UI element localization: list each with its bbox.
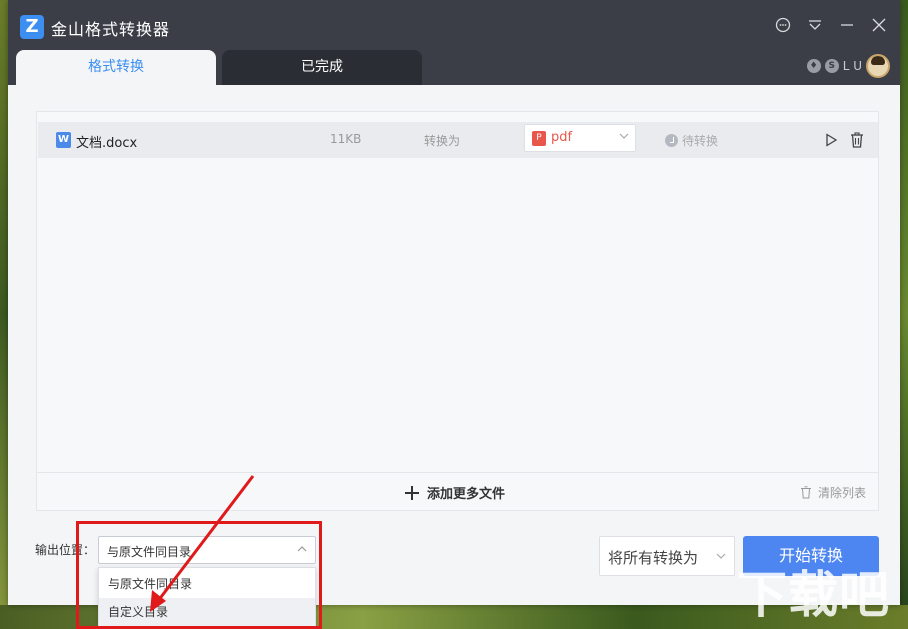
clear-list-label: 清除列表 bbox=[817, 486, 866, 500]
pdf-icon: P bbox=[532, 131, 546, 146]
close-icon[interactable] bbox=[870, 16, 888, 34]
play-icon[interactable] bbox=[824, 133, 838, 147]
background-left bbox=[0, 0, 8, 629]
coin-badge-icon[interactable]: S bbox=[824, 59, 839, 73]
file-panel-footer: 添加更多文件 清除列表 bbox=[37, 472, 878, 510]
app-title: 金山格式转换器 bbox=[51, 20, 171, 39]
target-format-value: pdf bbox=[551, 130, 573, 145]
word-file-icon: W bbox=[56, 132, 71, 148]
output-location-label: 输出位置： bbox=[35, 543, 96, 557]
dropdown-option-custom-dir[interactable]: 自定义目录 bbox=[99, 598, 315, 626]
clear-list-button[interactable]: 清除列表 bbox=[800, 484, 866, 501]
chevron-up-icon bbox=[297, 546, 307, 552]
convert-all-select[interactable]: 将所有转换为 bbox=[599, 536, 735, 576]
title-bar: Z 金山格式转换器 格式转换 已完成 ♦ S L U bbox=[8, 0, 900, 85]
window-controls bbox=[774, 16, 888, 34]
output-location-value: 与原文件同目录 bbox=[107, 545, 192, 559]
convert-all-label: 将所有转换为 bbox=[608, 549, 699, 567]
output-location-select[interactable]: 与原文件同目录 bbox=[98, 536, 316, 564]
tab-format-convert[interactable]: 格式转换 bbox=[16, 50, 216, 85]
plus-icon bbox=[405, 485, 419, 500]
chevron-down-icon bbox=[619, 133, 629, 139]
chat-icon[interactable] bbox=[774, 16, 792, 34]
background-right bbox=[900, 0, 908, 629]
clock-icon bbox=[665, 134, 678, 147]
add-more-files-button[interactable]: 添加更多文件 bbox=[405, 483, 505, 502]
target-format-select[interactable]: P pdf bbox=[524, 124, 636, 152]
file-list-panel: W 文档.docx 11KB 转换为 P pdf 待转换 添加更多文件 清除列表 bbox=[36, 111, 879, 511]
minimize-icon[interactable] bbox=[838, 16, 856, 34]
file-row[interactable]: W 文档.docx 11KB 转换为 P pdf 待转换 bbox=[38, 122, 878, 158]
file-name: 文档.docx bbox=[76, 136, 138, 151]
convert-to-label: 转换为 bbox=[424, 134, 461, 148]
add-more-label: 添加更多文件 bbox=[427, 487, 506, 502]
status-text: 待转换 bbox=[682, 134, 719, 148]
output-location-dropdown: 与原文件同目录 自定义目录 bbox=[98, 567, 316, 627]
watermark: 下载吧 bbox=[737, 566, 890, 624]
trash-icon[interactable] bbox=[850, 132, 864, 148]
user-level: L U bbox=[842, 59, 862, 73]
dropdown-option-same-dir[interactable]: 与原文件同目录 bbox=[99, 570, 315, 598]
trash-icon bbox=[800, 486, 811, 499]
app-logo-icon: Z bbox=[20, 15, 44, 39]
app-window: Z 金山格式转换器 格式转换 已完成 ♦ S L U W 文档.docx 11K… bbox=[8, 0, 900, 627]
chevron-down-icon bbox=[716, 553, 726, 559]
file-size: 11KB bbox=[330, 132, 362, 146]
tab-completed[interactable]: 已完成 bbox=[222, 50, 422, 85]
menu-icon[interactable] bbox=[806, 16, 824, 34]
user-area: ♦ S L U bbox=[806, 54, 890, 78]
vip-badge-icon[interactable]: ♦ bbox=[806, 59, 821, 73]
avatar[interactable] bbox=[866, 54, 890, 78]
